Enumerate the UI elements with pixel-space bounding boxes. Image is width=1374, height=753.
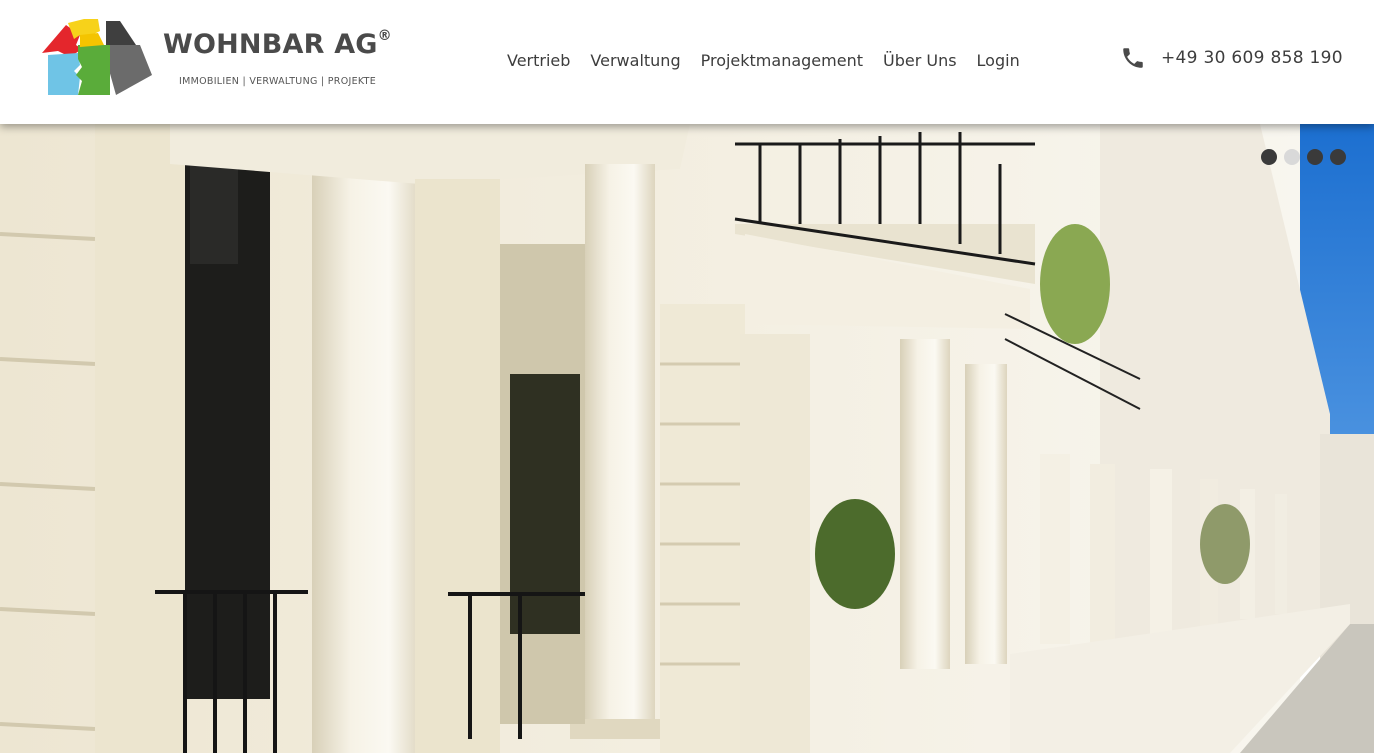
- nav-vertrieb[interactable]: Vertrieb: [497, 48, 580, 74]
- nav-login[interactable]: Login: [967, 48, 1030, 74]
- slide-dot-1[interactable]: [1261, 149, 1277, 165]
- phone-icon: [1123, 48, 1143, 68]
- nav-verwaltung[interactable]: Verwaltung: [580, 48, 690, 74]
- slide-dot-3[interactable]: [1307, 149, 1323, 165]
- hero-image: [0, 124, 1374, 753]
- brand-name-text: WOHNBAR AG: [163, 29, 378, 60]
- nav-projektmanagement[interactable]: Projektmanagement: [691, 48, 873, 74]
- phone-contact[interactable]: +49 30 609 858 190: [1120, 45, 1343, 71]
- phone-number: +49 30 609 858 190: [1161, 48, 1343, 68]
- slider-pagination: [1261, 149, 1346, 165]
- slide-dot-2-active[interactable]: [1284, 149, 1300, 165]
- brand-tagline: IMMOBILIEN | VERWALTUNG | PROJEKTE: [179, 76, 377, 87]
- nav-ueber-uns[interactable]: Über Uns: [873, 48, 967, 74]
- puzzle-house-icon: [42, 19, 152, 95]
- hero-slider: [0, 124, 1374, 753]
- main-nav: Vertrieb Verwaltung Projektmanagement Üb…: [497, 48, 1030, 74]
- logo-home-link[interactable]: WOHNBAR AG® IMMOBILIEN | VERWALTUNG | PR…: [40, 15, 400, 101]
- site-header: WOHNBAR AG® IMMOBILIEN | VERWALTUNG | PR…: [0, 0, 1374, 124]
- slide-dot-4[interactable]: [1330, 149, 1346, 165]
- registered-mark: ®: [377, 28, 392, 44]
- brand-name: WOHNBAR AG®: [163, 28, 392, 60]
